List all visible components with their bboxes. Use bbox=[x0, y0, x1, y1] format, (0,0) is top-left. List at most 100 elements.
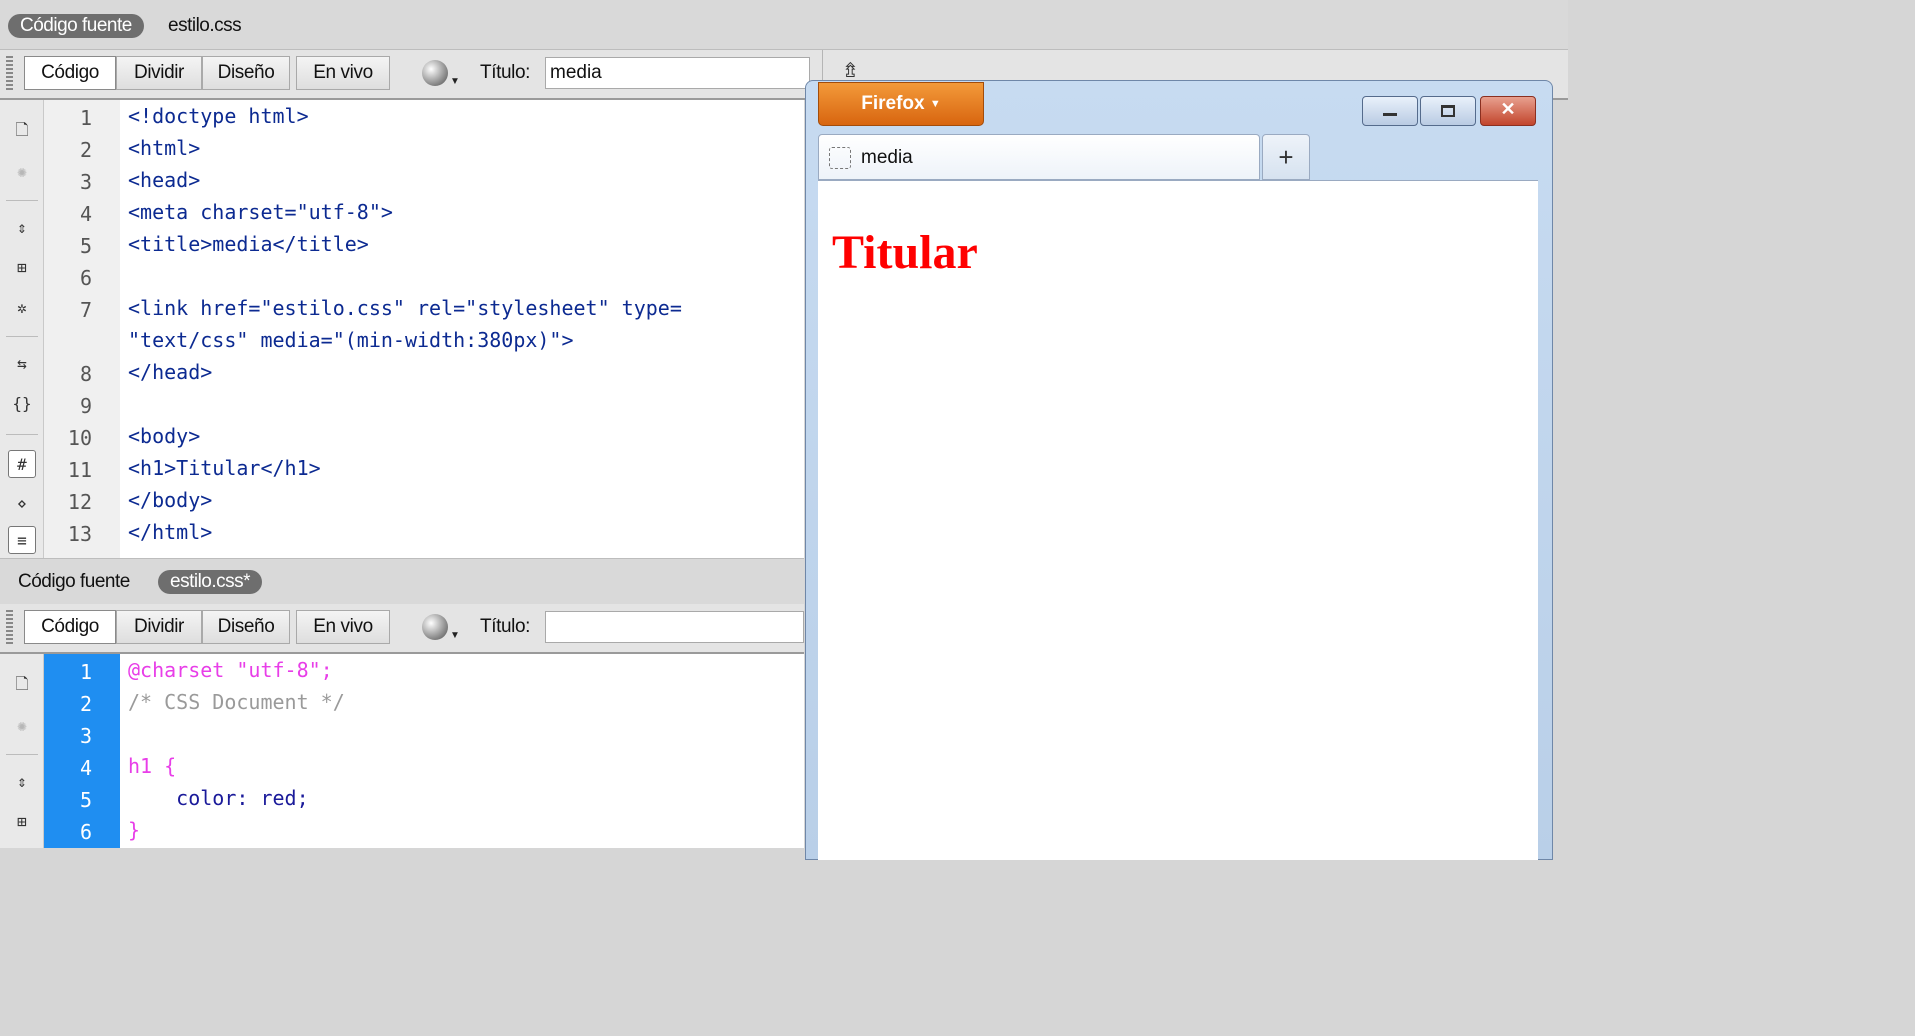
design-view-button[interactable]: Diseño bbox=[202, 610, 290, 644]
related-files-bar: Código fuente estilo.css bbox=[0, 0, 1568, 50]
page-heading: Titular bbox=[832, 226, 978, 279]
separator bbox=[6, 754, 38, 755]
line-number: 1 bbox=[79, 106, 92, 130]
line-numbers-icon[interactable]: # bbox=[8, 450, 36, 478]
design-view-button[interactable]: Diseño bbox=[202, 56, 290, 90]
separator bbox=[6, 200, 38, 201]
live-view-button[interactable]: En vivo bbox=[296, 56, 390, 90]
line-number: 8 bbox=[79, 362, 92, 386]
code-line: color: red; bbox=[128, 786, 309, 810]
firefox-menu-label: Firefox bbox=[861, 93, 925, 115]
line-number: 2 bbox=[79, 138, 92, 162]
toolbar-grip[interactable] bbox=[6, 610, 13, 646]
toolbar-grip[interactable] bbox=[6, 56, 13, 92]
code-line: <html> bbox=[128, 136, 201, 160]
line-number: 1 bbox=[79, 660, 92, 684]
title-label: Título: bbox=[480, 62, 530, 83]
code-line: <link href="estilo.css" rel="stylesheet"… bbox=[128, 296, 682, 320]
related-file-tab[interactable]: estilo.css* bbox=[158, 570, 263, 594]
collapse-full-tag-icon[interactable]: ⇕ bbox=[8, 768, 36, 796]
collapse-selection-icon[interactable]: ⊞ bbox=[8, 254, 36, 282]
separator bbox=[6, 434, 38, 435]
collapse-selection-icon[interactable]: ⊞ bbox=[8, 808, 36, 836]
code-view-button[interactable]: Código bbox=[24, 56, 116, 90]
line-number: 12 bbox=[67, 490, 92, 514]
maximize-button[interactable] bbox=[1420, 96, 1476, 126]
new-tab-button[interactable]: + bbox=[1262, 134, 1310, 180]
line-number: 3 bbox=[79, 724, 92, 748]
page-favicon-icon bbox=[829, 147, 851, 169]
dropdown-arrow-icon: ▼ bbox=[450, 76, 460, 87]
minimize-icon bbox=[1383, 113, 1397, 116]
line-number: 11 bbox=[67, 458, 92, 482]
select-parent-tag-icon[interactable]: ⇆ bbox=[8, 350, 36, 378]
highlight-invalid-code-icon[interactable]: ⋄ bbox=[8, 490, 36, 518]
document-toolbar: Código Dividir Diseño En vivo ▼ Título: bbox=[0, 604, 804, 654]
line-number: 6 bbox=[79, 820, 92, 844]
separator bbox=[6, 336, 38, 337]
coding-toolbar: 🗋 ✺ ⇕ ⊞ ✲ ⇆ {} # ⋄ ≡ bbox=[0, 100, 44, 558]
open-documents-icon[interactable]: 🗋 bbox=[8, 116, 36, 144]
preview-globe-icon[interactable] bbox=[422, 60, 448, 86]
code-line: <h1>Titular</h1> bbox=[128, 456, 321, 480]
code-line: <title>media</title> bbox=[128, 232, 369, 256]
dropdown-arrow-icon: ▼ bbox=[450, 630, 460, 641]
source-code-tab[interactable]: Código fuente bbox=[6, 570, 142, 594]
coding-toolbar: 🗋 ✺ ⇕ ⊞ bbox=[0, 654, 44, 848]
line-number: 5 bbox=[79, 788, 92, 812]
css-code-editor[interactable]: @charset "utf-8"; /* CSS Document */ h1 … bbox=[120, 654, 804, 848]
show-code-navigator-icon[interactable]: ✺ bbox=[8, 158, 36, 186]
collapse-full-tag-icon[interactable]: ⇕ bbox=[8, 214, 36, 242]
code-line: <!doctype html> bbox=[128, 104, 309, 128]
line-number: 5 bbox=[79, 234, 92, 258]
code-line: "text/css" media="(min-width:380px)"> bbox=[128, 328, 574, 352]
code-line: <meta charset="utf-8"> bbox=[128, 200, 393, 224]
balance-braces-icon[interactable]: {} bbox=[8, 390, 36, 418]
code-line: /* CSS Document */ bbox=[128, 690, 345, 714]
code-line: h1 { bbox=[128, 754, 177, 778]
related-files-bar: Código fuente estilo.css* bbox=[0, 558, 804, 604]
split-view-button[interactable]: Dividir bbox=[116, 610, 202, 644]
related-file-tab[interactable]: estilo.css bbox=[156, 14, 253, 38]
preview-globe-icon[interactable] bbox=[422, 614, 448, 640]
show-code-navigator-icon[interactable]: ✺ bbox=[8, 712, 36, 740]
line-number-gutter: 1 2 3 4 5 6 bbox=[44, 654, 120, 848]
line-number: 4 bbox=[79, 756, 92, 780]
line-number: 6 bbox=[79, 266, 92, 290]
page-viewport: Titular bbox=[818, 180, 1538, 860]
code-line: </head> bbox=[128, 360, 213, 384]
code-line: <body> bbox=[128, 424, 201, 448]
split-view-button[interactable]: Dividir bbox=[116, 56, 202, 90]
title-input[interactable] bbox=[545, 57, 810, 89]
title-input[interactable] bbox=[545, 611, 804, 643]
line-number: 10 bbox=[67, 426, 92, 450]
live-view-button[interactable]: En vivo bbox=[296, 610, 390, 644]
title-label: Título: bbox=[480, 616, 530, 637]
code-line: </body> bbox=[128, 488, 213, 512]
open-documents-icon[interactable]: 🗋 bbox=[8, 670, 36, 698]
code-line: @charset "utf-8"; bbox=[128, 658, 333, 682]
line-number: 4 bbox=[79, 202, 92, 226]
html-code-editor[interactable]: <!doctype html> <html> <head> <meta char… bbox=[120, 100, 804, 558]
line-number: 9 bbox=[79, 394, 92, 418]
tab-title: media bbox=[861, 147, 913, 168]
firefox-menu-button[interactable]: Firefox ▼ bbox=[818, 82, 984, 126]
close-button[interactable]: ✕ bbox=[1480, 96, 1536, 126]
browser-tab[interactable]: media bbox=[818, 134, 1260, 180]
chevron-down-icon: ▼ bbox=[929, 98, 941, 110]
code-line: </html> bbox=[128, 520, 213, 544]
close-icon: ✕ bbox=[1500, 99, 1516, 119]
code-view-button[interactable]: Código bbox=[24, 610, 116, 644]
expand-all-icon[interactable]: ✲ bbox=[8, 294, 36, 322]
line-number: 3 bbox=[79, 170, 92, 194]
line-number: 13 bbox=[67, 522, 92, 546]
code-line: <head> bbox=[128, 168, 201, 192]
minimize-button[interactable] bbox=[1362, 96, 1418, 126]
word-wrap-icon[interactable]: ≡ bbox=[8, 526, 36, 554]
line-number: 7 bbox=[79, 298, 92, 322]
code-line: } bbox=[128, 818, 141, 842]
line-number-gutter: 1 2 3 4 5 6 7 8 9 10 11 12 13 bbox=[44, 100, 120, 558]
restore-icon bbox=[1441, 105, 1455, 117]
source-code-tab[interactable]: Código fuente bbox=[8, 14, 144, 38]
line-number: 2 bbox=[79, 692, 92, 716]
